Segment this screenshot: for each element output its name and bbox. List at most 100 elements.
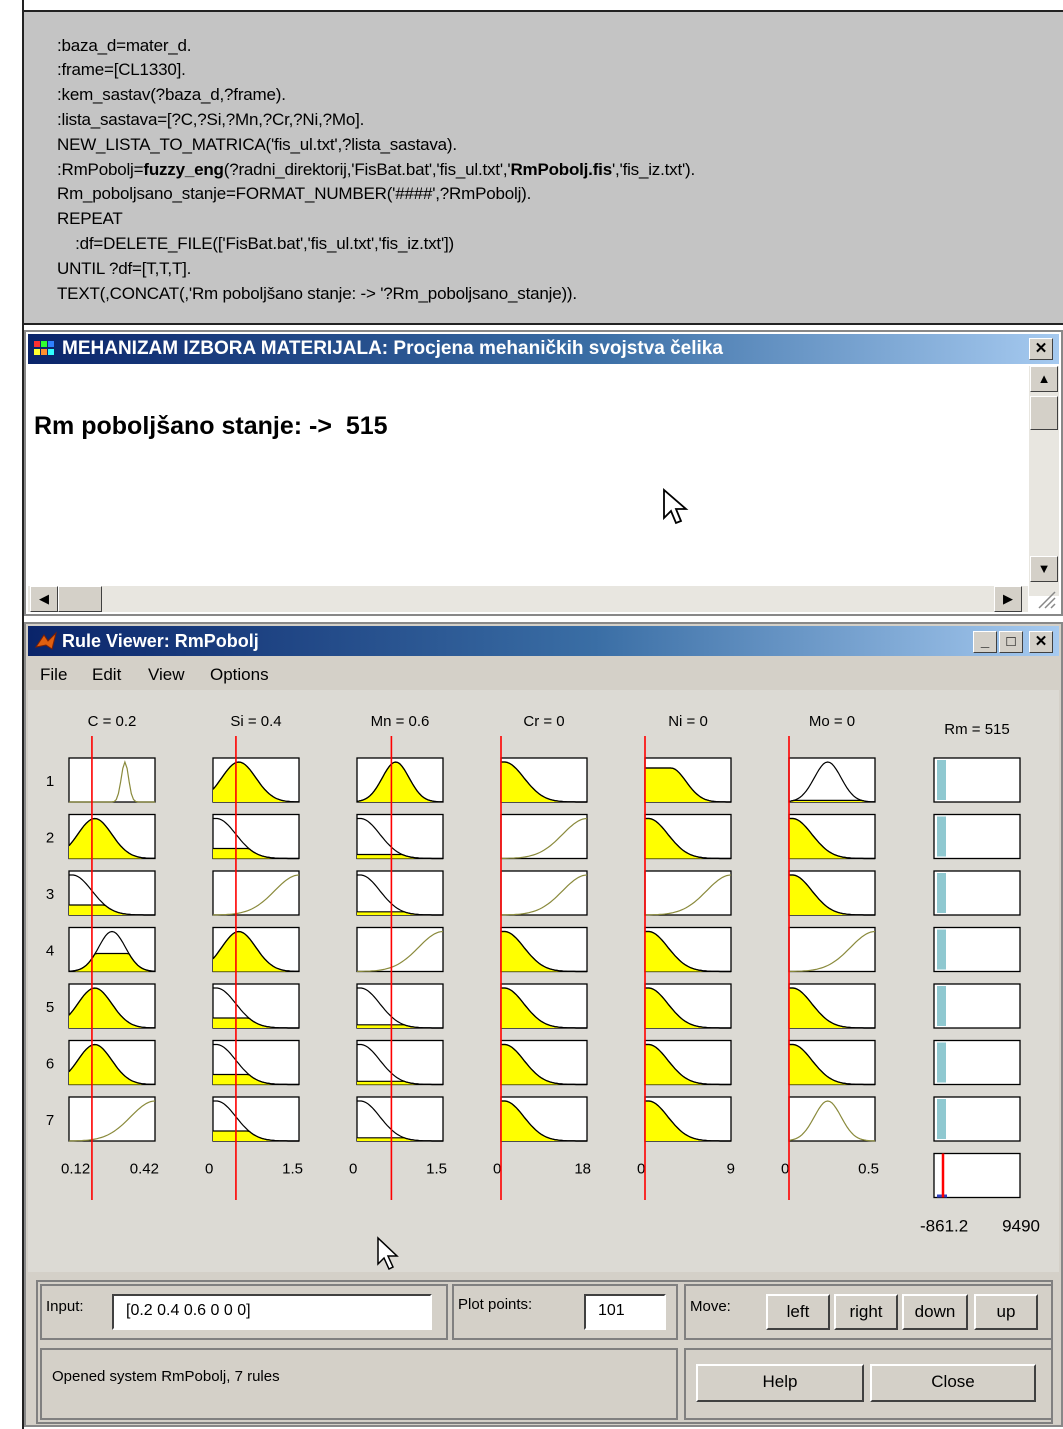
input-panel: Input: [0.2 0.4 0.6 0 0 0] — [40, 1284, 448, 1340]
close-window-button[interactable]: ✕ — [1029, 631, 1053, 653]
code-fragment: :RmPobolj= — [57, 160, 144, 179]
output-box — [933, 1096, 1021, 1142]
rules-plot[interactable]: C = 0.2 Si = 0.4 Mn = 0.6 Cr = 0 Ni = 0 Mo = … — [28, 690, 1059, 1272]
output-range-min: -861.2 — [920, 1217, 968, 1236]
mf-box — [356, 870, 444, 916]
scroll-down-icon[interactable]: ▼ — [1030, 556, 1058, 582]
input-header: Cr = 0 — [523, 713, 564, 730]
rule-viewer-window: Rule Viewer: RmPobolj _ □ ✕ File Edit Vi… — [24, 622, 1063, 1427]
rule-viewer-titlebar[interactable]: Rule Viewer: RmPobolj — [28, 626, 1059, 656]
menu-edit[interactable]: Edit — [92, 665, 121, 685]
scroll-up-icon[interactable]: ▲ — [1030, 366, 1058, 392]
output-box — [933, 813, 1021, 860]
code-line: Rm_poboljsano_stanje=FORMAT_NUMBER('####… — [57, 184, 532, 203]
rule-number: 2 — [46, 830, 54, 847]
mf-box — [68, 757, 156, 803]
rule-plot-area: C = 0.2 Si = 0.4 Mn = 0.6 Cr = 0 Ni = 0 Mo = … — [28, 690, 1059, 1272]
output-bar — [937, 1099, 946, 1139]
code-line-fuzzy: :RmPobolj=fuzzy_eng(?radni_direktorij,'F… — [57, 160, 695, 180]
scroll-left-icon[interactable]: ◀ — [30, 586, 58, 612]
output-box — [933, 870, 1021, 916]
axis-max: 1.5 — [282, 1161, 303, 1178]
maximize-button[interactable]: □ — [999, 631, 1023, 653]
rule-number: 7 — [46, 1112, 54, 1129]
scroll-thumb-horizontal[interactable] — [58, 586, 102, 612]
mf-box — [68, 1096, 156, 1142]
input-header: Si = 0.4 — [230, 713, 281, 730]
rule-number: 1 — [46, 773, 54, 790]
code-fragment: (?radni_direktorij,'FisBat.bat','fis_ul.… — [223, 160, 511, 179]
aggregate-box — [933, 1152, 1021, 1199]
vertical-scrollbar[interactable]: ▲ ▼ — [1029, 366, 1059, 596]
menu-bar: File Edit View Options — [28, 658, 1059, 688]
mf-box — [356, 1096, 444, 1142]
code-fragment-bold: RmPobolj.fis — [510, 160, 612, 179]
mf-box — [500, 813, 588, 860]
code-line: :df=DELETE_FILE(['FisBat.bat','fis_ul.tx… — [57, 234, 454, 253]
move-right-button[interactable]: right — [834, 1294, 898, 1330]
help-close-panel: Help Close — [684, 1348, 1053, 1420]
output-window-title: MEHANIZAM IZBORA MATERIJALA: Procjena me… — [62, 338, 723, 359]
horizontal-scrollbar[interactable]: ◀ ▶ — [28, 586, 1028, 612]
move-down-button[interactable]: down — [902, 1294, 968, 1330]
matlab-logo-icon — [34, 631, 58, 658]
output-box — [933, 757, 1021, 803]
output-box — [933, 983, 1021, 1029]
code-fragment-bold: fuzzy_eng — [143, 160, 224, 179]
help-button[interactable]: Help — [696, 1364, 864, 1402]
mf-box — [788, 926, 876, 973]
move-up-button[interactable]: up — [974, 1294, 1038, 1330]
plot-points-panel: Plot points: 101 — [452, 1284, 678, 1340]
code-line: REPEAT — [57, 209, 123, 228]
input-field[interactable]: [0.2 0.4 0.6 0 0 0] — [112, 1294, 432, 1330]
close-button[interactable]: ✕ — [1029, 338, 1053, 360]
mf-box — [500, 870, 588, 916]
code-line: :frame=[CL1330]. — [57, 60, 186, 79]
mouse-cursor-icon — [377, 1236, 399, 1271]
mf-box — [356, 1039, 444, 1086]
mf-box — [356, 926, 444, 973]
mf-box — [356, 813, 444, 860]
axis-max: 9 — [727, 1161, 735, 1178]
rule-number: 5 — [46, 999, 54, 1016]
output-box — [933, 926, 1021, 973]
axis-max: 0.42 — [130, 1161, 159, 1178]
output-header: Rm = 515 — [944, 721, 1009, 738]
status-text: Opened system RmPobolj, 7 rules — [52, 1368, 280, 1385]
scroll-right-icon[interactable]: ▶ — [994, 586, 1022, 612]
rule-number: 3 — [46, 886, 54, 903]
plot-points-field[interactable]: 101 — [584, 1294, 666, 1330]
axis-min: 0.12 — [61, 1161, 90, 1178]
axis-max: 18 — [574, 1161, 591, 1178]
code-line: UNTIL ?df=[T,T,T]. — [57, 259, 192, 278]
rule-number: 4 — [46, 943, 54, 960]
minimize-button[interactable]: _ — [973, 631, 997, 653]
menu-view[interactable]: View — [148, 665, 185, 685]
move-label: Move: — [690, 1298, 731, 1315]
close-button[interactable]: Close — [870, 1364, 1036, 1402]
result-text: Rm poboljšano stanje: -> 515 — [34, 412, 388, 440]
axis-max: 1.5 — [426, 1161, 447, 1178]
output-bar — [937, 816, 946, 857]
input-header: Ni = 0 — [668, 713, 708, 730]
rule-number: 6 — [46, 1056, 54, 1073]
app-icon — [34, 341, 54, 357]
code-listing-panel: :baza_d=mater_d. :frame=[CL1330]. :kem_s… — [24, 10, 1063, 325]
mf-box — [644, 870, 732, 916]
output-bar — [937, 1042, 946, 1083]
menu-file[interactable]: File — [40, 665, 67, 685]
input-label: Input: — [46, 1298, 84, 1315]
plot-points-label: Plot points: — [458, 1296, 533, 1313]
output-window-titlebar[interactable]: MEHANIZAM IZBORA MATERIJALA: Procjena me… — [28, 334, 1059, 364]
move-panel: Move: left right down up — [684, 1284, 1053, 1340]
resize-grip-icon[interactable] — [1035, 588, 1057, 610]
output-box — [933, 1039, 1021, 1086]
menu-options[interactable]: Options — [210, 665, 269, 685]
code-fragment: ','fis_iz.txt'). — [611, 160, 695, 179]
output-range-max: 9490 — [1002, 1217, 1040, 1236]
code-line: NEW_LISTA_TO_MATRICA('fis_ul.txt',?lista… — [57, 135, 457, 154]
output-bar — [937, 986, 946, 1026]
move-left-button[interactable]: left — [766, 1294, 830, 1330]
input-header: C = 0.2 — [88, 713, 137, 730]
scroll-thumb[interactable] — [1030, 396, 1058, 430]
